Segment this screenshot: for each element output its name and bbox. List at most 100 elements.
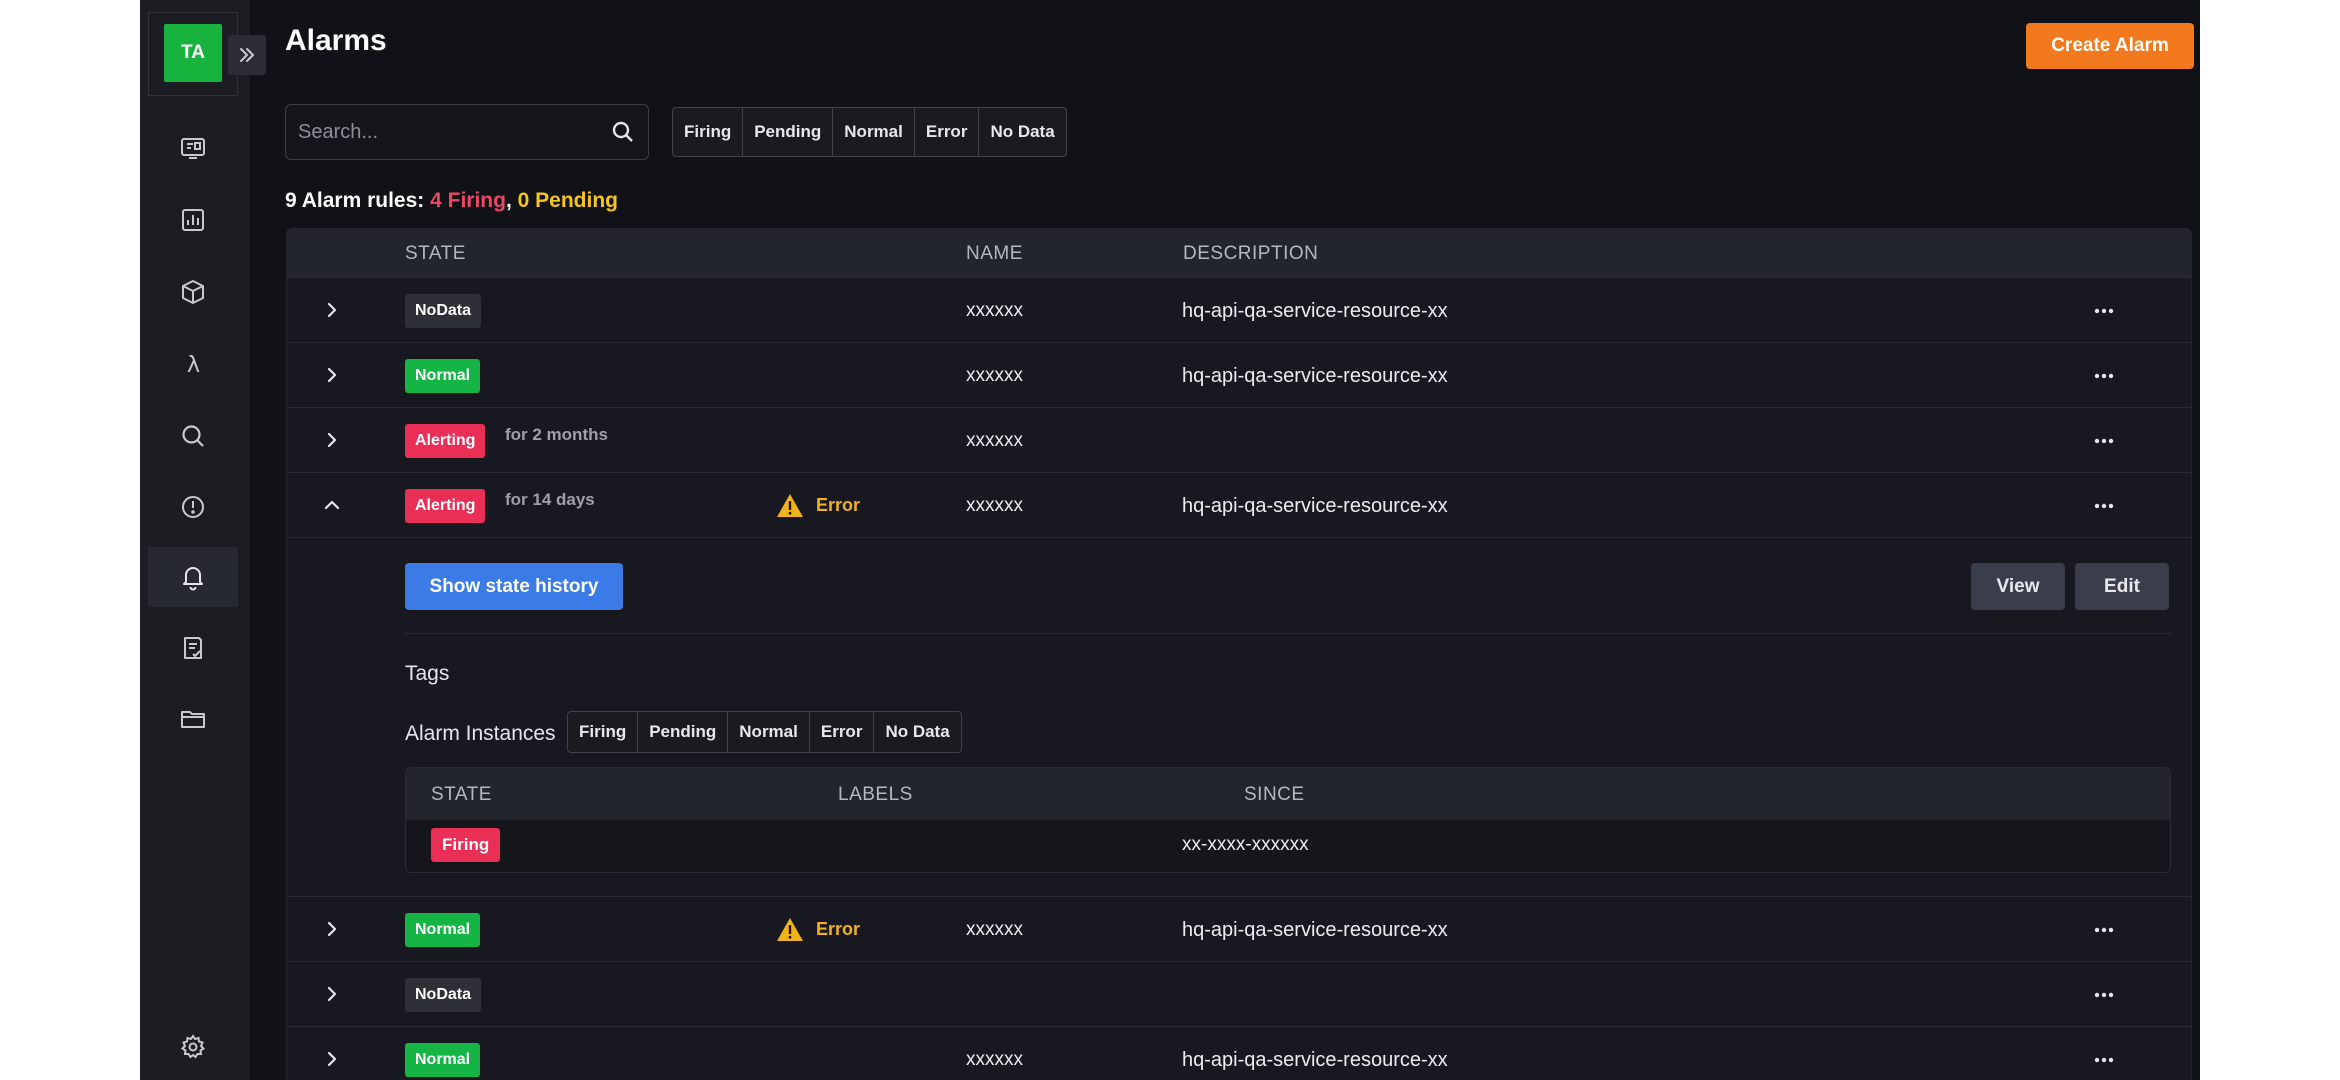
alarm-instances-label: Alarm Instances: [405, 722, 556, 745]
more-options-icon[interactable]: [2093, 1049, 2115, 1071]
health-error: Error: [776, 493, 860, 518]
checklist-icon: [184, 637, 202, 659]
state-filter-group: Firing Pending Normal Error No Data: [672, 107, 1067, 157]
table-row[interactable]: NoData: [287, 961, 2191, 1026]
alarm-name: xxxxxx: [966, 919, 1023, 940]
table-row[interactable]: Normal xxxxxx hq-api-qa-service-resource…: [287, 1026, 2191, 1080]
chevron-right-icon[interactable]: [321, 299, 343, 321]
sidebar: TA λ: [140, 0, 266, 1080]
divider: [405, 633, 2171, 634]
alarm-instances-table: STATE LABELS SINCE Firing xx-xxxx-xxxxxx: [405, 767, 2171, 873]
state-badge: Normal: [405, 1043, 481, 1077]
instance-filter-firing[interactable]: Firing: [568, 712, 639, 752]
sidebar-item-services[interactable]: [148, 262, 238, 322]
more-options-icon[interactable]: [2093, 919, 2115, 941]
alarm-description: hq-api-qa-service-resource-xx: [1182, 300, 1448, 322]
sidebar-item-metrics[interactable]: [148, 190, 238, 250]
alarm-name: xxxxxx: [966, 300, 1023, 321]
summary-firing-count: 4 Firing: [430, 189, 506, 212]
expand-sidebar-button[interactable]: [228, 35, 266, 75]
table-header: STATE NAME DESCRIPTION: [287, 229, 2191, 277]
instance-filter-error[interactable]: Error: [810, 712, 875, 752]
chart-icon: [182, 209, 204, 231]
app-window: TA λ Alarms Create Alarm Search... Firin…: [140, 0, 2200, 1080]
instance-filter-normal[interactable]: Normal: [728, 712, 810, 752]
state-badge: Alerting: [405, 424, 486, 458]
filter-no-data[interactable]: No Data: [979, 108, 1065, 156]
cube-icon: [182, 280, 204, 304]
column-header-state: STATE: [405, 243, 466, 264]
edit-button[interactable]: Edit: [2075, 563, 2169, 610]
sidebar-item-functions[interactable]: λ: [148, 334, 238, 394]
alarm-description: hq-api-qa-service-resource-xx: [1182, 495, 1448, 517]
user-avatar[interactable]: TA: [164, 24, 222, 82]
warning-icon: [777, 494, 803, 517]
alarm-description: hq-api-qa-service-resource-xx: [1182, 365, 1448, 387]
chevron-right-icon[interactable]: [321, 364, 343, 386]
sidebar-item-explore[interactable]: [148, 406, 238, 466]
chevron-right-icon[interactable]: [321, 1048, 343, 1070]
more-options-icon[interactable]: [2093, 430, 2115, 452]
state-badge: NoData: [405, 978, 482, 1012]
instance-filter-no-data[interactable]: No Data: [874, 712, 960, 752]
tags-label: Tags: [405, 662, 450, 685]
alarm-name: xxxxxx: [966, 365, 1023, 386]
filter-error[interactable]: Error: [915, 108, 980, 156]
main-content: Alarms Create Alarm Firing Pending Norma…: [250, 0, 2200, 1080]
table-row[interactable]: Normal xxxxxx hq-api-qa-service-resource…: [287, 342, 2191, 407]
summary-pending-count: 0 Pending: [517, 189, 618, 212]
alarm-rules-table: STATE NAME DESCRIPTION NoData xxxxxx hq-…: [286, 228, 2192, 1080]
chevron-right-icon[interactable]: [321, 429, 343, 451]
sidebar-item-reports[interactable]: [148, 618, 238, 678]
chevron-right-icon[interactable]: [321, 918, 343, 940]
search-icon[interactable]: [610, 119, 636, 145]
more-options-icon[interactable]: [2093, 984, 2115, 1006]
health-label: Error: [816, 495, 861, 515]
table-row-expanded[interactable]: Alerting for 14 days Error xxxxxx hq-api…: [287, 472, 2191, 537]
dashboard-icon: [181, 138, 205, 159]
summary-separator: ,: [505, 189, 518, 212]
more-options-icon[interactable]: [2093, 365, 2115, 387]
alert-duration: for 2 months: [505, 425, 608, 444]
table-row[interactable]: Normal Error xxxxxx hq-api-qa-service-re…: [287, 896, 2191, 961]
filter-pending[interactable]: Pending: [743, 108, 834, 156]
instances-column-labels: LABELS: [838, 784, 913, 805]
sidebar-item-files[interactable]: [148, 689, 238, 749]
chevron-right-icon[interactable]: [321, 983, 343, 1005]
table-row[interactable]: NoData xxxxxx hq-api-qa-service-resource…: [287, 277, 2191, 342]
bell-icon: [183, 567, 203, 591]
alarm-name: xxxxxx: [966, 495, 1023, 516]
create-alarm-button[interactable]: Create Alarm: [2026, 23, 2194, 69]
instances-table-header: STATE LABELS SINCE: [406, 768, 2170, 820]
sidebar-item-dashboards[interactable]: [148, 118, 238, 178]
health-error: Error: [776, 917, 860, 942]
chevron-up-icon[interactable]: [321, 494, 343, 516]
sidebar-item-alarms[interactable]: [148, 547, 238, 607]
gear-icon: [180, 1034, 206, 1059]
sidebar-item-settings[interactable]: [148, 1017, 238, 1077]
instance-since: xx-xxxx-xxxxxx: [1182, 834, 1309, 855]
alarm-description: hq-api-qa-service-resource-xx: [1182, 919, 1448, 941]
page-title: Alarms: [285, 24, 387, 57]
view-button[interactable]: View: [1971, 563, 2065, 610]
instance-filter-pending[interactable]: Pending: [638, 712, 729, 752]
table-row[interactable]: Alerting for 2 months xxxxxx: [287, 407, 2191, 472]
search-input[interactable]: [298, 105, 598, 159]
state-badge: NoData: [405, 294, 482, 328]
state-badge: Alerting: [405, 489, 486, 523]
sidebar-item-incidents[interactable]: [148, 477, 238, 537]
more-options-icon[interactable]: [2093, 495, 2115, 517]
instance-state-badge: Firing: [431, 828, 501, 862]
alarm-name: xxxxxx: [966, 430, 1023, 451]
more-options-icon[interactable]: [2093, 300, 2115, 322]
column-header-name: NAME: [966, 243, 1023, 264]
filter-normal[interactable]: Normal: [833, 108, 915, 156]
search-icon: [182, 425, 204, 447]
alarm-name: xxxxxx: [966, 1049, 1023, 1070]
lambda-icon: λ: [187, 353, 200, 378]
show-state-history-button[interactable]: Show state history: [405, 563, 623, 610]
filter-firing[interactable]: Firing: [673, 108, 744, 156]
instances-column-since: SINCE: [1244, 784, 1305, 805]
column-header-description: DESCRIPTION: [1183, 243, 1319, 264]
state-badge: Normal: [405, 913, 481, 947]
